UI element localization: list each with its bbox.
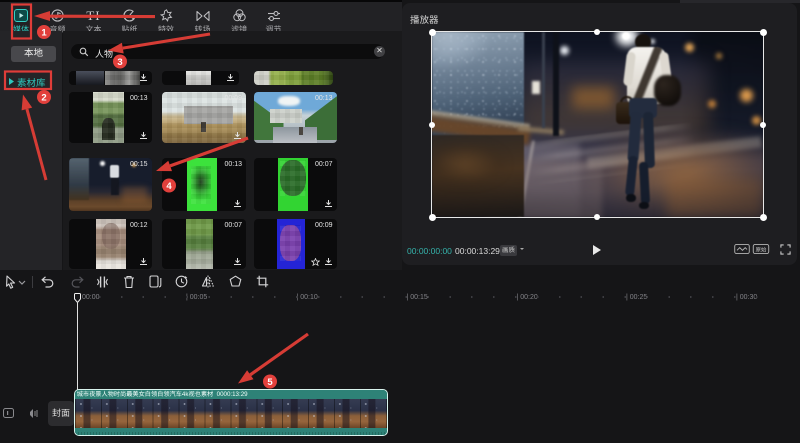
svg-text:原始: 原始	[756, 246, 767, 253]
